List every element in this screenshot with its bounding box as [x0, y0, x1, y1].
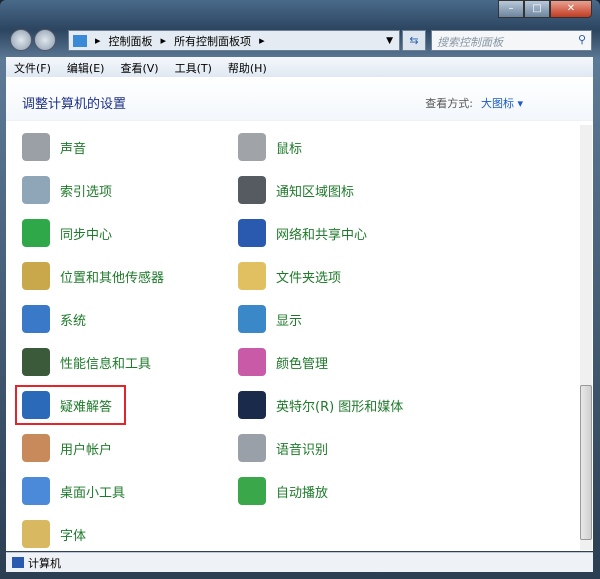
folder-icon	[238, 262, 266, 290]
view-by: 查看方式: 大图标 ▾	[425, 97, 523, 110]
network-icon	[238, 219, 266, 247]
control-panel-item[interactable]: 通知区域图标	[238, 172, 354, 208]
item-label: 文件夹选项	[276, 270, 342, 286]
display-icon	[238, 305, 266, 333]
menu-tools[interactable]: 工具(T)	[175, 60, 212, 75]
control-panel-item[interactable]: 声音	[22, 129, 86, 165]
highlight-box	[15, 385, 126, 425]
item-label: 系统	[60, 313, 87, 329]
minimize-button[interactable]: –	[498, 0, 524, 18]
chevron-right-icon: ▸	[259, 34, 265, 47]
control-panel-item[interactable]: 同步中心	[22, 215, 112, 251]
gadgets-icon	[22, 477, 50, 505]
intel-graphics-icon	[238, 391, 266, 419]
item-label: 显示	[276, 313, 303, 329]
item-label: 性能信息和工具	[60, 356, 152, 372]
control-panel-icon	[73, 34, 87, 47]
item-label: 声音	[60, 141, 87, 157]
control-panel-item[interactable]: 网络和共享中心	[238, 215, 367, 251]
font-icon	[22, 520, 50, 548]
control-panel-item[interactable]: 文件夹选项	[238, 258, 341, 294]
control-panel-item[interactable]: 自动播放	[238, 473, 328, 509]
back-button[interactable]	[10, 29, 32, 51]
users-icon	[22, 434, 50, 462]
control-panel-item[interactable]: 位置和其他传感器	[22, 258, 164, 294]
refresh-button[interactable]: ⇆	[402, 30, 426, 51]
control-panel-window: – □ ✕ ▸ 控制面板 ▸ 所有控制面板项 ▸ ▼ ⇆ 搜索控制面板 ⚲ 文件(…	[0, 0, 600, 579]
breadcrumb-control-panel[interactable]: 控制面板	[109, 33, 153, 49]
item-label: 鼠标	[276, 141, 303, 157]
close-button[interactable]: ✕	[550, 0, 592, 18]
menu-edit[interactable]: 编辑(E)	[67, 60, 105, 75]
chevron-right-icon: ▸	[95, 34, 101, 47]
color-icon	[238, 348, 266, 376]
status-bar: 计算机	[6, 552, 593, 572]
view-mode-dropdown[interactable]: 大图标 ▾	[481, 97, 523, 110]
control-panel-item[interactable]: 显示	[238, 301, 302, 337]
address-bar[interactable]: ▸ 控制面板 ▸ 所有控制面板项 ▸ ▼	[68, 30, 400, 51]
forward-button[interactable]	[34, 29, 56, 51]
mouse-icon	[238, 133, 266, 161]
control-panel-item[interactable]: 索引选项	[22, 172, 112, 208]
item-label: 同步中心	[60, 227, 113, 243]
notification-icon	[238, 176, 266, 204]
item-label: 用户帐户	[60, 442, 113, 458]
content-area: 调整计算机的设置 查看方式: 大图标 ▾ 声音索引选项同步中心位置和其他传感器 系统…	[6, 77, 593, 551]
control-panel-item[interactable]: 鼠标	[238, 129, 302, 165]
control-panel-item[interactable]: 语音识别	[238, 430, 328, 466]
control-panel-item[interactable]: 英特尔(R) 图形和媒体	[238, 387, 403, 423]
control-panel-item[interactable]: 性能信息和工具	[22, 344, 151, 380]
menu-help[interactable]: 帮助(H)	[228, 60, 267, 75]
dropdown-icon[interactable]: ▼	[386, 36, 393, 46]
autoplay-icon	[238, 477, 266, 505]
item-label: 索引选项	[60, 184, 113, 200]
sync-icon	[22, 219, 50, 247]
microphone-icon	[238, 434, 266, 462]
menu-file[interactable]: 文件(F)	[14, 60, 51, 75]
menu-bar: 文件(F) 编辑(E) 查看(V) 工具(T) 帮助(H)	[6, 57, 593, 77]
performance-icon	[22, 348, 50, 376]
item-label: 位置和其他传感器	[60, 270, 165, 286]
item-label: 语音识别	[276, 442, 329, 458]
scrollbar-thumb[interactable]	[580, 385, 592, 540]
item-label: 英特尔(R) 图形和媒体	[276, 399, 404, 415]
status-text: 计算机	[28, 556, 61, 570]
control-panel-item[interactable]: 桌面小工具	[22, 473, 125, 509]
magnifier-icon	[22, 176, 50, 204]
menu-view[interactable]: 查看(V)	[120, 60, 158, 75]
item-label: 颜色管理	[276, 356, 329, 372]
item-label: 通知区域图标	[276, 184, 355, 200]
page-title: 调整计算机的设置	[22, 97, 127, 112]
item-label: 桌面小工具	[60, 485, 126, 501]
control-panel-item[interactable]: 字体	[22, 516, 86, 551]
search-icon[interactable]: ⚲	[578, 33, 586, 46]
item-label: 网络和共享中心	[276, 227, 368, 243]
control-panel-item[interactable]: 颜色管理	[238, 344, 328, 380]
control-panel-item[interactable]: 系统	[22, 301, 86, 337]
sensor-icon	[22, 262, 50, 290]
computer-icon	[12, 557, 24, 568]
breadcrumb-all-items[interactable]: 所有控制面板项	[174, 33, 251, 49]
item-label: 字体	[60, 528, 87, 544]
maximize-button[interactable]: □	[524, 0, 550, 18]
item-label: 自动播放	[276, 485, 329, 501]
computer-icon	[22, 305, 50, 333]
speaker-icon	[22, 133, 50, 161]
control-panel-item[interactable]: 用户帐户	[22, 430, 112, 466]
search-input[interactable]: 搜索控制面板 ⚲	[431, 30, 592, 51]
chevron-right-icon: ▸	[160, 34, 167, 47]
